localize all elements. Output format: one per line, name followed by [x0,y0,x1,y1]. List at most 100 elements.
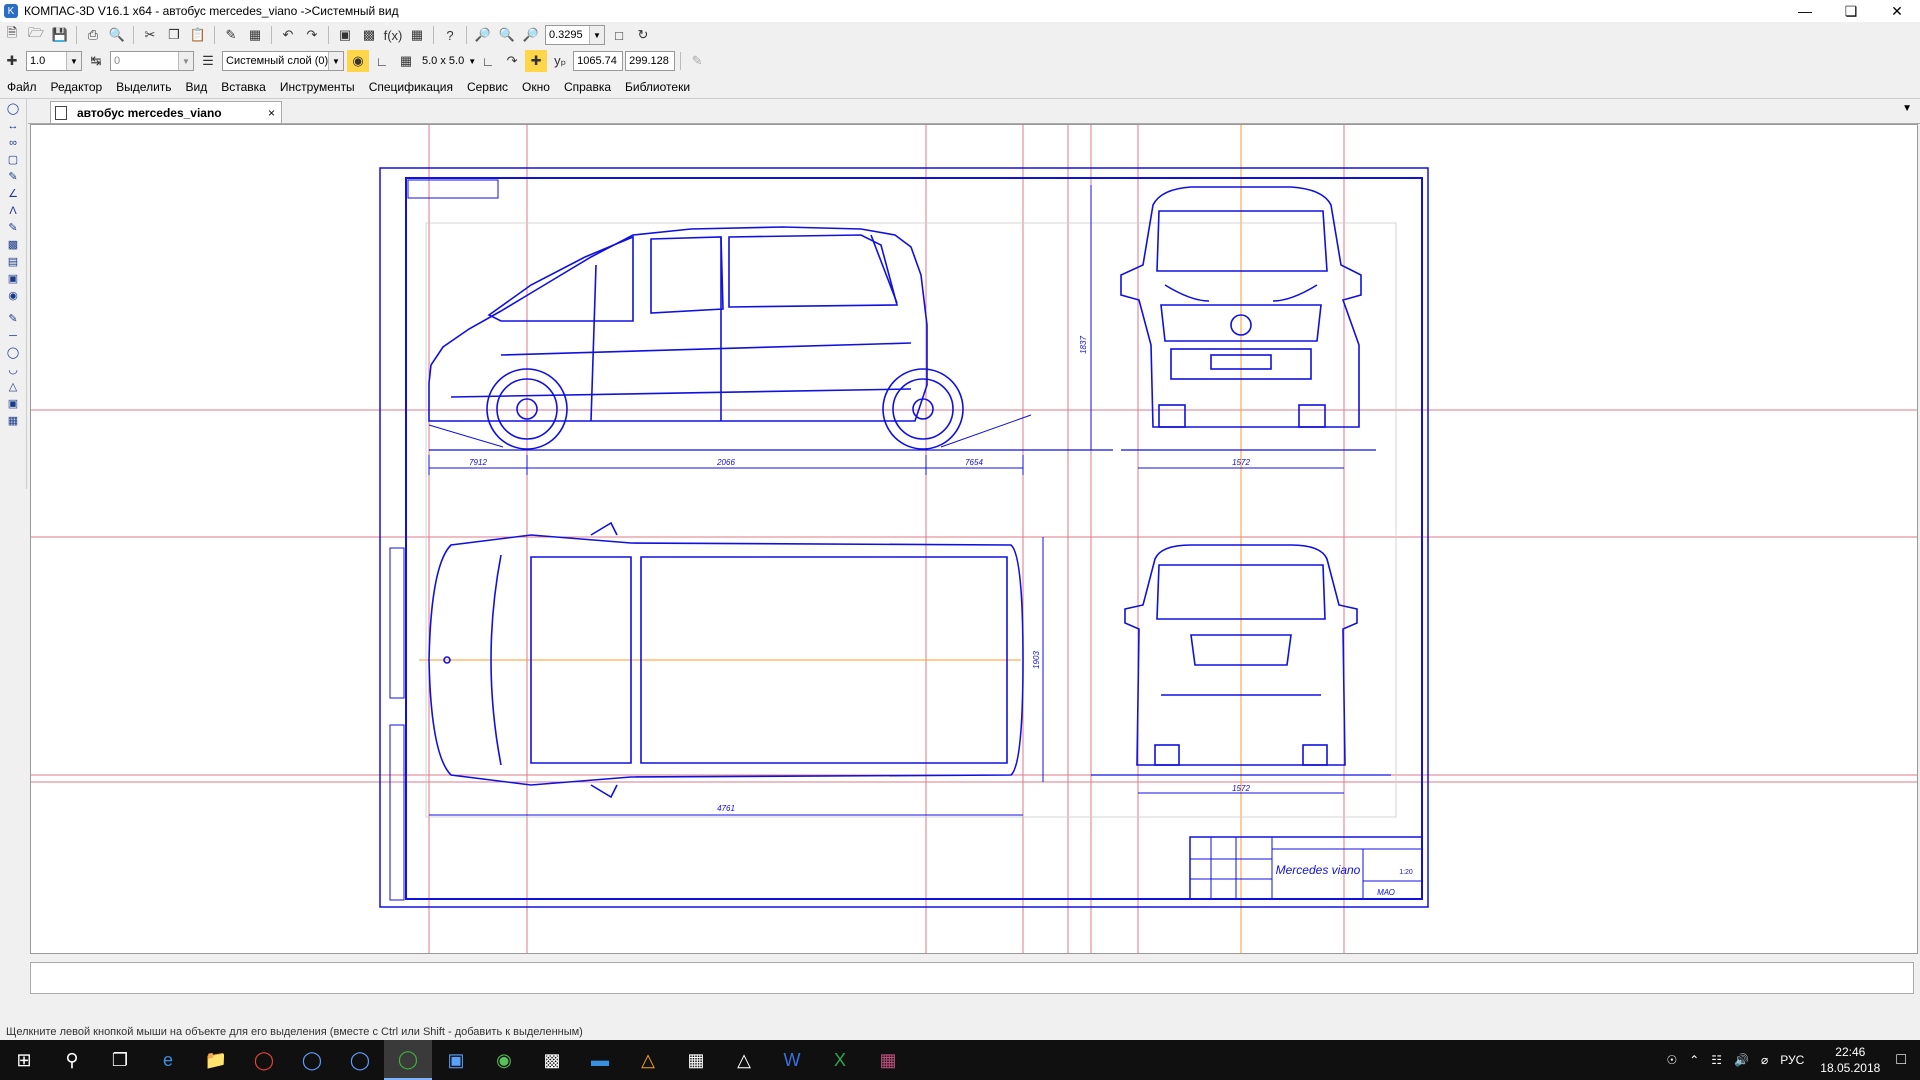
reports-icon[interactable]: ▤ [4,254,22,269]
excel-icon[interactable]: X [816,1040,864,1080]
document-tab[interactable]: автобус mercedes_viano × [50,101,282,123]
menu-file[interactable]: Файл [0,80,44,94]
zoom-out-icon[interactable]: 🔍 [496,24,518,46]
menu-libraries[interactable]: Библиотеки [618,80,697,94]
symbols-icon[interactable]: ∞ [4,135,22,150]
coord-x-field[interactable]: 1065.74 [573,51,624,71]
layer-combo[interactable]: Системный слой (0) ▼ [222,51,344,71]
save-icon[interactable]: 💾 [49,24,71,46]
insert-icon[interactable]: ▣ [4,271,22,286]
menu-service[interactable]: Сервис [460,80,515,94]
file-explorer-icon[interactable]: 📁 [192,1040,240,1080]
chevron-down-icon[interactable]: ▼ [178,52,193,70]
zoom-combo[interactable]: 0.3295 ▼ [545,25,605,45]
refresh-icon[interactable]: ↻ [632,24,654,46]
parametrization-icon[interactable]: ✎ [4,169,22,184]
tabs-menu-icon[interactable]: ▼ [1902,103,1912,114]
menu-window[interactable]: Окно [515,80,557,94]
new-file-icon[interactable]: 🗎 [1,24,23,46]
variables-icon[interactable]: f(x) [382,24,404,46]
help-icon[interactable]: ? [439,24,461,46]
scale-combo[interactable]: 1.0 ▼ [26,51,82,71]
arc-icon[interactable]: ◡ [4,362,22,377]
line-icon[interactable]: ─ [4,328,22,343]
menu-insert[interactable]: Вставка [214,80,273,94]
menu-edit[interactable]: Редактор [44,80,110,94]
measure-icon[interactable]: ∠ [4,186,22,201]
selection-icon[interactable]: Λ [4,203,22,218]
menu-tools[interactable]: Инструменты [273,80,362,94]
zoom-in-icon[interactable]: 🔎 [520,24,542,46]
cut-icon[interactable]: ✂ [139,24,161,46]
network-icon[interactable]: ☷ [1711,1053,1722,1067]
paste-icon[interactable]: 📋 [187,24,209,46]
snap-icon[interactable]: ◉ [347,50,369,72]
kompas-alt-icon[interactable]: ◯ [336,1040,384,1080]
clock[interactable]: 22:46 18.05.2018 [1820,1044,1880,1076]
language-indicator[interactable]: РУС [1780,1053,1804,1067]
windows-start-icon[interactable]: ⊞ [0,1040,48,1080]
chevron-down-icon[interactable]: ▼ [468,57,476,66]
polyline-icon[interactable]: △ [4,379,22,394]
calculator-app-icon[interactable]: ▣ [432,1040,480,1080]
stack-app-icon[interactable]: ▬ [576,1040,624,1080]
library-icon[interactable]: ◉ [4,288,22,303]
green-app-icon[interactable]: ◉ [480,1040,528,1080]
chevron-down-icon[interactable]: ▼ [66,52,81,70]
close-button[interactable]: ✕ [1874,0,1920,22]
show-all-icon[interactable]: □ [608,24,630,46]
snap-mode-icon[interactable]: ↷ [501,50,523,72]
geometry-icon[interactable]: ◯ [4,101,22,116]
maximize-button[interactable]: ❏ [1828,0,1874,22]
ortho-icon[interactable]: ∟ [371,50,393,72]
print-preview-icon[interactable]: 🔍 [106,24,128,46]
wifi-icon[interactable]: ⌀ [1761,1053,1768,1067]
menu-select[interactable]: Выделить [109,80,178,94]
rar-icon[interactable]: ▦ [864,1040,912,1080]
menu-help[interactable]: Справка [557,80,618,94]
charts-app-icon[interactable]: ▩ [528,1040,576,1080]
style-combo[interactable]: 0 ▼ [110,51,194,71]
menu-view[interactable]: Вид [179,80,215,94]
associative-icon[interactable]: ✎ [4,220,22,235]
close-icon[interactable]: × [268,106,275,120]
cursor-snap-icon[interactable]: ✚ [525,50,548,72]
word-icon[interactable]: W [768,1040,816,1080]
minimize-button[interactable]: — [1782,0,1828,22]
manager-icon[interactable]: ▣ [334,24,356,46]
dimensions-icon[interactable]: ↔ [4,118,22,133]
chevron-down-icon[interactable]: ▼ [589,26,604,44]
undo-icon[interactable]: ↶ [277,24,299,46]
open-file-icon[interactable]: 🗁 [25,24,47,46]
circle-icon[interactable]: ◯ [4,345,22,360]
coord-y-field[interactable]: 299.128 [625,51,676,71]
xbox-icon[interactable]: ◯ [384,1040,432,1080]
photos-icon[interactable]: △ [720,1040,768,1080]
point-icon[interactable]: ✎ [4,311,22,326]
triangle-app-icon[interactable]: △ [624,1040,672,1080]
calculator-icon[interactable]: ▦ [244,24,266,46]
print-icon[interactable]: ⎙ [82,24,104,46]
volume-icon[interactable]: 🔊 [1734,1053,1749,1067]
search-icon[interactable]: ⚲ [48,1040,96,1080]
edge-icon[interactable]: e [144,1040,192,1080]
library-icon[interactable]: ▩ [358,24,380,46]
spec-icon[interactable]: ▩ [4,237,22,252]
chrome-icon[interactable]: ◯ [240,1040,288,1080]
grid-icon[interactable]: ▦ [395,50,417,72]
drawing-svg[interactable]: 7912 2066 7654 1837 1572 4761 1903 1572 … [31,125,1917,953]
property-panel[interactable] [30,962,1914,994]
redo-icon[interactable]: ↷ [301,24,323,46]
kompas-icon[interactable]: ◯ [288,1040,336,1080]
properties-icon[interactable]: ✎ [220,24,242,46]
rectangle-icon[interactable]: ▣ [4,396,22,411]
task-view-icon[interactable]: ❐ [96,1040,144,1080]
zoom-window-icon[interactable]: 🔎 [472,24,494,46]
people-icon[interactable]: ☉ [1666,1053,1677,1067]
notifications-icon[interactable]: □ [1896,1051,1906,1069]
drawing-canvas[interactable]: 7912 2066 7654 1837 1572 4761 1903 1572 … [30,124,1918,954]
copy-icon[interactable]: ❐ [163,24,185,46]
local-cs-icon[interactable]: ∟ [477,50,499,72]
hatch-icon[interactable]: ▦ [4,413,22,428]
menu-specification[interactable]: Спецификация [362,80,460,94]
